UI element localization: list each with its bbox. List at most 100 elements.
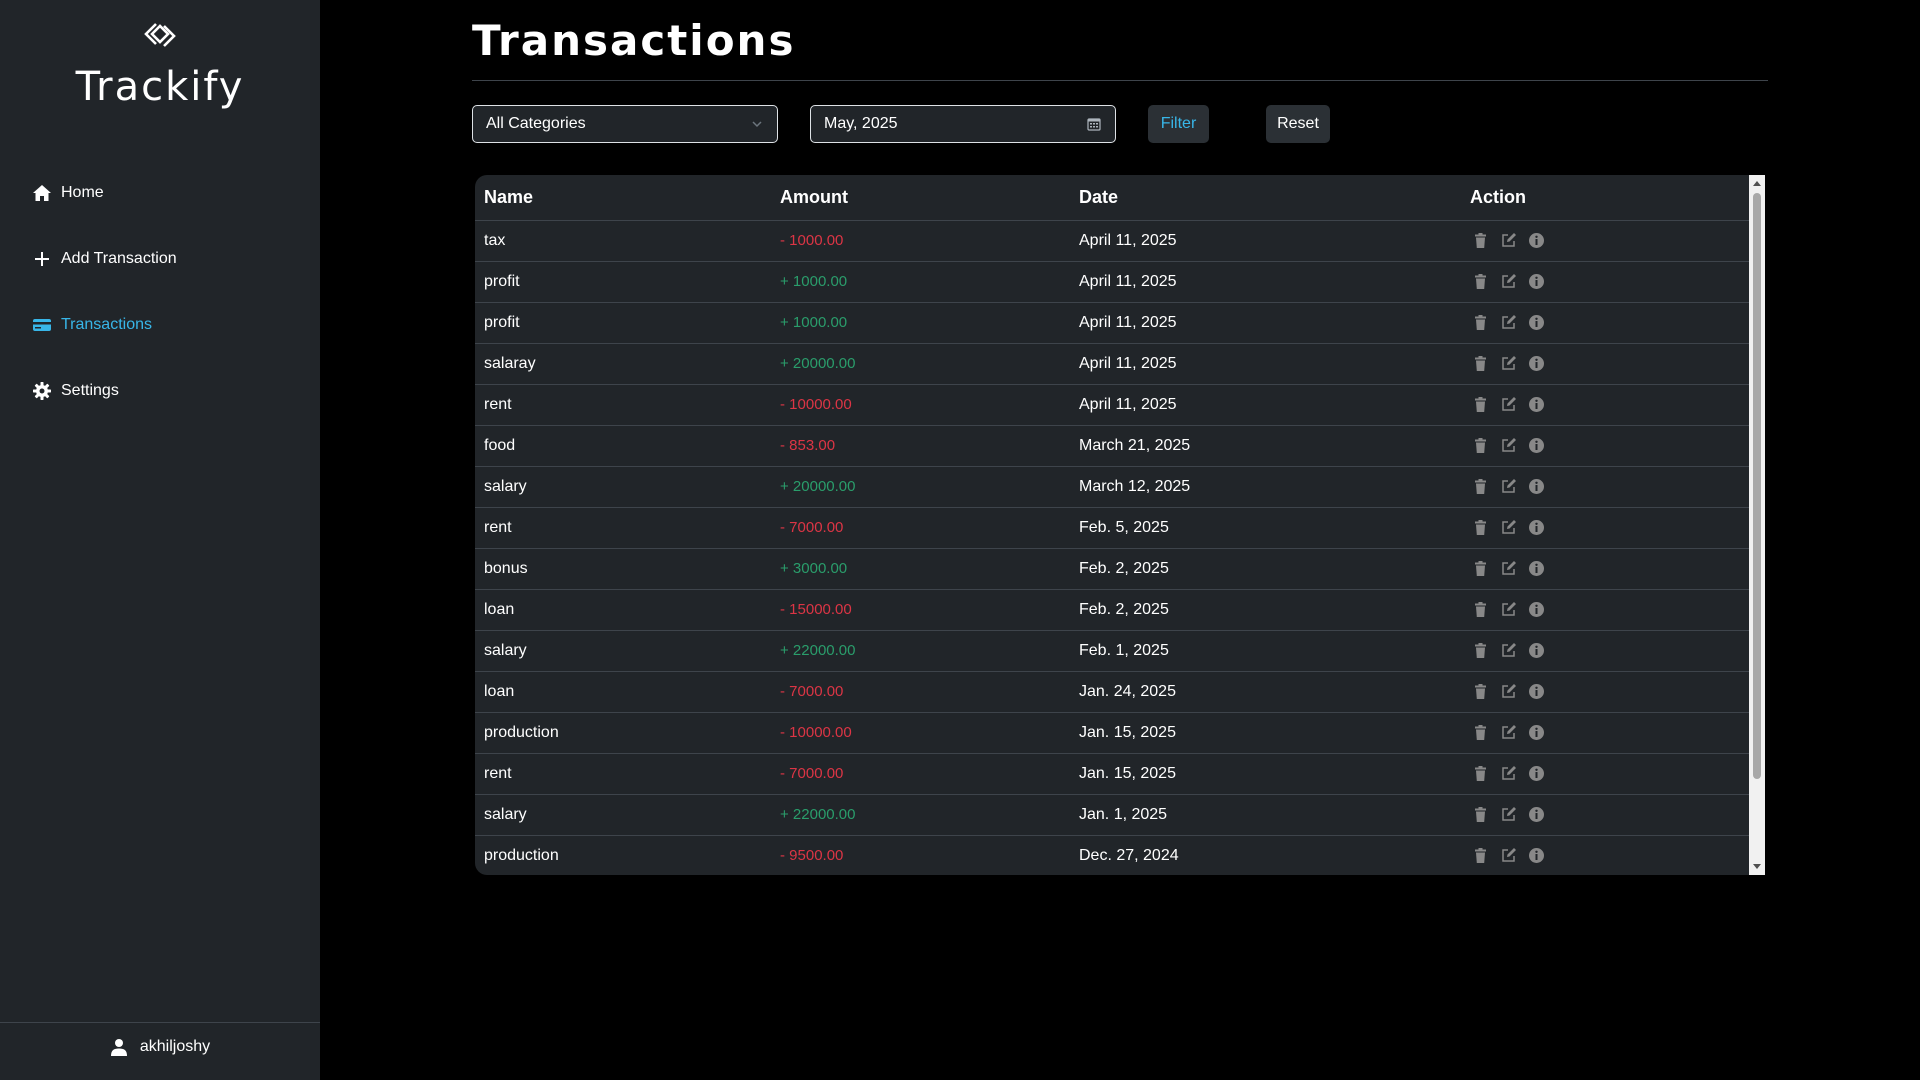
sidebar-item-label: Add Transaction xyxy=(61,250,177,267)
table-row: profit + 1000.00 April 11, 2025 xyxy=(475,302,1749,344)
user-icon xyxy=(110,1039,127,1056)
info-icon[interactable] xyxy=(1528,314,1545,331)
transaction-amount: + 22000.00 xyxy=(771,630,1070,672)
transaction-name: rent xyxy=(475,384,771,426)
action-group xyxy=(1470,314,1749,331)
edit-icon[interactable] xyxy=(1500,519,1517,536)
scroll-down-arrow-icon[interactable] xyxy=(1752,861,1762,871)
info-icon[interactable] xyxy=(1528,437,1545,454)
info-icon[interactable] xyxy=(1528,396,1545,413)
month-input-value: May, 2025 xyxy=(824,115,898,132)
trash-icon[interactable] xyxy=(1472,314,1489,331)
transaction-amount: - 10000.00 xyxy=(771,384,1070,426)
info-icon[interactable] xyxy=(1528,642,1545,659)
table-scrollbar[interactable] xyxy=(1749,175,1765,875)
edit-icon[interactable] xyxy=(1500,478,1517,495)
transaction-actions xyxy=(1461,466,1749,508)
transaction-actions xyxy=(1461,425,1749,467)
transaction-amount: + 3000.00 xyxy=(771,548,1070,590)
info-icon[interactable] xyxy=(1528,683,1545,700)
edit-icon[interactable] xyxy=(1500,273,1517,290)
action-group xyxy=(1470,396,1749,413)
scroll-up-arrow-icon[interactable] xyxy=(1752,179,1762,189)
table-row: rent - 7000.00 Feb. 5, 2025 xyxy=(475,507,1749,549)
edit-icon[interactable] xyxy=(1500,724,1517,741)
action-group xyxy=(1470,724,1749,741)
scrollbar-thumb[interactable] xyxy=(1753,193,1761,779)
info-icon[interactable] xyxy=(1528,601,1545,618)
trash-icon[interactable] xyxy=(1472,355,1489,372)
transaction-name: salary xyxy=(475,794,771,836)
transaction-name: loan xyxy=(475,671,771,713)
filter-button[interactable]: Filter xyxy=(1148,105,1209,143)
category-select[interactable]: All Categories xyxy=(472,105,778,143)
info-icon[interactable] xyxy=(1528,273,1545,290)
table-row: food - 853.00 March 21, 2025 xyxy=(475,425,1749,467)
transaction-date: Jan. 15, 2025 xyxy=(1070,753,1461,795)
info-icon[interactable] xyxy=(1528,355,1545,372)
user-profile[interactable]: akhiljoshy xyxy=(0,1038,320,1056)
transaction-date: Feb. 2, 2025 xyxy=(1070,589,1461,631)
trash-icon[interactable] xyxy=(1472,519,1489,536)
info-icon[interactable] xyxy=(1528,232,1545,249)
action-group xyxy=(1470,355,1749,372)
edit-icon[interactable] xyxy=(1500,560,1517,577)
trash-icon[interactable] xyxy=(1472,765,1489,782)
calendar-icon[interactable] xyxy=(1087,117,1101,131)
info-icon[interactable] xyxy=(1528,765,1545,782)
trash-icon[interactable] xyxy=(1472,806,1489,823)
edit-icon[interactable] xyxy=(1500,437,1517,454)
transaction-date: Feb. 2, 2025 xyxy=(1070,548,1461,590)
edit-icon[interactable] xyxy=(1500,642,1517,659)
trash-icon[interactable] xyxy=(1472,437,1489,454)
trash-icon[interactable] xyxy=(1472,642,1489,659)
sidebar-item-transactions[interactable]: Transactions xyxy=(0,292,320,358)
transaction-amount: - 853.00 xyxy=(771,425,1070,467)
info-icon[interactable] xyxy=(1528,847,1545,864)
table-body: tax - 1000.00 April 11, 2025 profit + 1000.0… xyxy=(475,220,1749,875)
transaction-amount: - 7000.00 xyxy=(771,507,1070,549)
column-header-amount: Amount xyxy=(771,175,1070,221)
edit-icon[interactable] xyxy=(1500,806,1517,823)
trash-icon[interactable] xyxy=(1472,396,1489,413)
trash-icon[interactable] xyxy=(1472,847,1489,864)
transactions-table-container: Name Amount Date Action tax - 1000.00 Apri… xyxy=(475,175,1765,875)
info-icon[interactable] xyxy=(1528,806,1545,823)
action-group xyxy=(1470,273,1749,290)
trash-icon[interactable] xyxy=(1472,601,1489,618)
edit-icon[interactable] xyxy=(1500,396,1517,413)
info-icon[interactable] xyxy=(1528,519,1545,536)
edit-icon[interactable] xyxy=(1500,683,1517,700)
reset-button[interactable]: Reset xyxy=(1266,105,1330,143)
info-icon[interactable] xyxy=(1528,478,1545,495)
edit-icon[interactable] xyxy=(1500,601,1517,618)
table-row: rent - 7000.00 Jan. 15, 2025 xyxy=(475,753,1749,795)
edit-icon[interactable] xyxy=(1500,314,1517,331)
brand-name: Trackify xyxy=(75,64,245,110)
transaction-name: salary xyxy=(475,630,771,672)
edit-icon[interactable] xyxy=(1500,355,1517,372)
info-icon[interactable] xyxy=(1528,560,1545,577)
sidebar-item-settings[interactable]: Settings xyxy=(0,358,320,424)
edit-icon[interactable] xyxy=(1500,847,1517,864)
trash-icon[interactable] xyxy=(1472,478,1489,495)
trash-icon[interactable] xyxy=(1472,273,1489,290)
transaction-actions xyxy=(1461,630,1749,672)
sidebar-item-home[interactable]: Home xyxy=(0,160,320,226)
edit-icon[interactable] xyxy=(1500,765,1517,782)
edit-icon[interactable] xyxy=(1500,232,1517,249)
action-group xyxy=(1470,642,1749,659)
trash-icon[interactable] xyxy=(1472,232,1489,249)
transaction-name: production xyxy=(475,712,771,754)
transaction-name: profit xyxy=(475,261,771,303)
trash-icon[interactable] xyxy=(1472,683,1489,700)
action-group xyxy=(1470,560,1749,577)
info-icon[interactable] xyxy=(1528,724,1545,741)
sidebar-item-add-transaction[interactable]: Add Transaction xyxy=(0,226,320,292)
trash-icon[interactable] xyxy=(1472,560,1489,577)
logo-icon xyxy=(144,23,176,47)
transaction-date: March 21, 2025 xyxy=(1070,425,1461,467)
trash-icon[interactable] xyxy=(1472,724,1489,741)
transaction-name: tax xyxy=(475,220,771,262)
month-input[interactable]: May, 2025 xyxy=(810,105,1116,143)
